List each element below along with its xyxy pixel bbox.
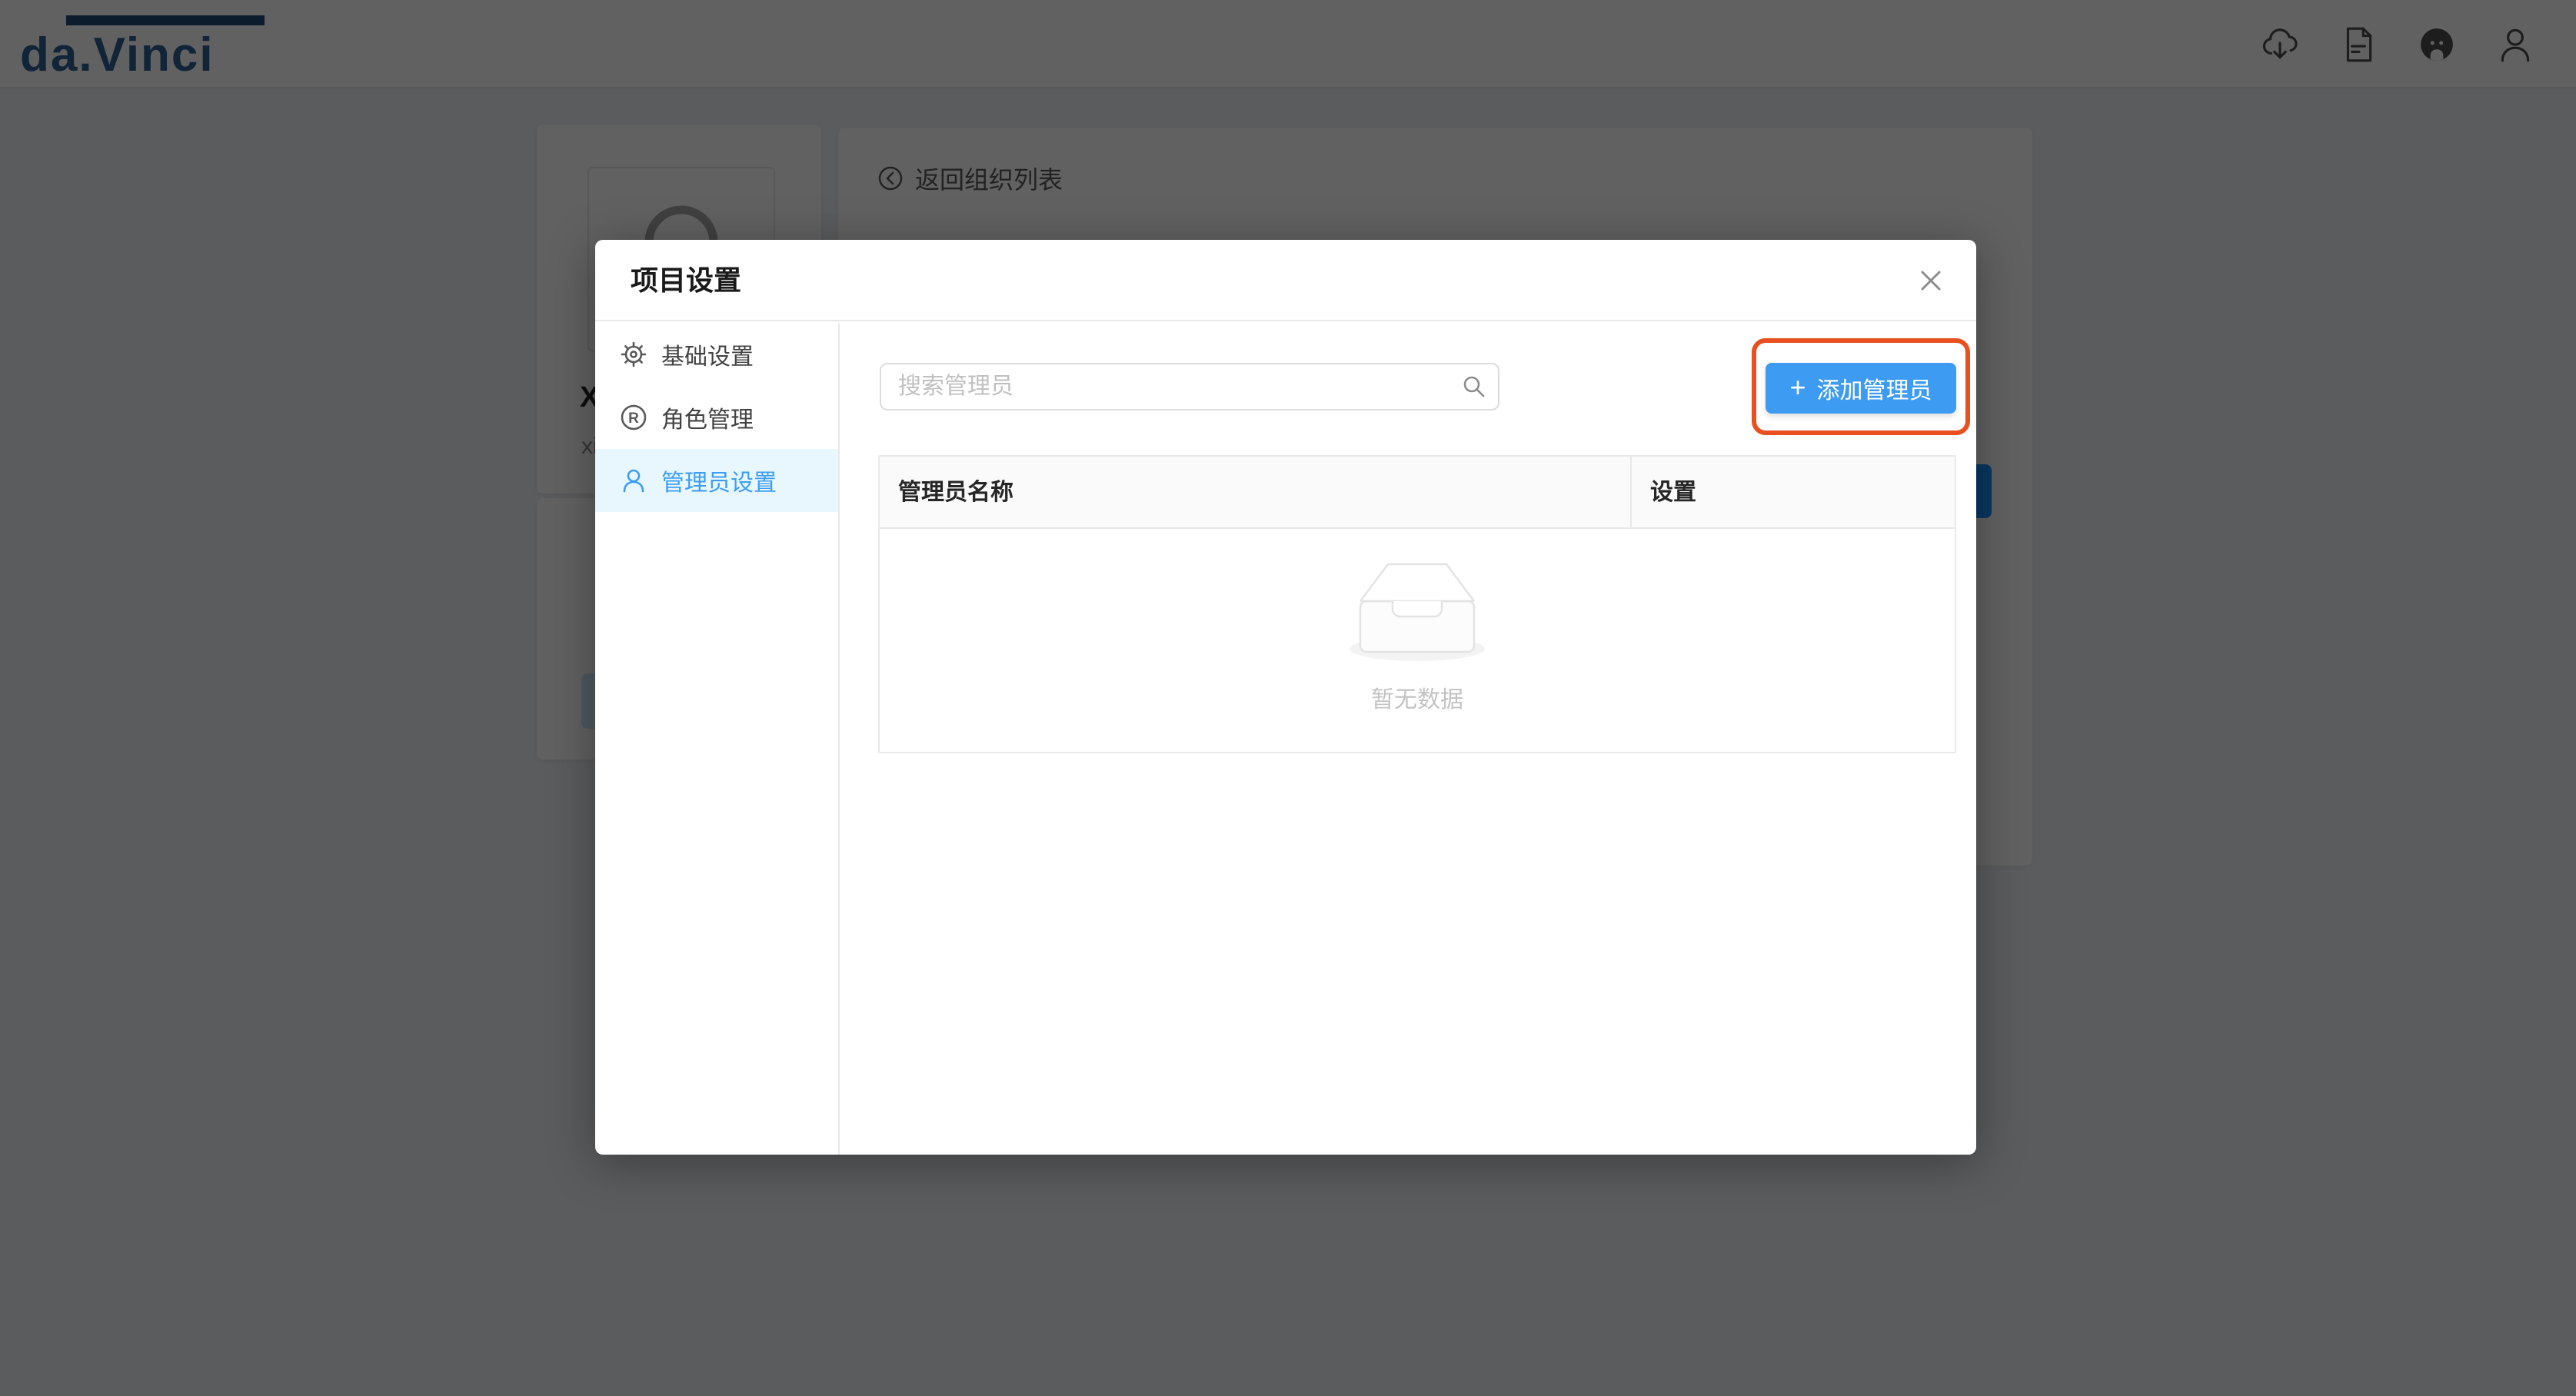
- person-icon: [620, 467, 647, 494]
- registered-letter: R: [628, 410, 639, 427]
- close-icon: [1918, 268, 1944, 294]
- modal-header: 项目设置: [595, 240, 1976, 321]
- gear-icon: [620, 341, 647, 368]
- empty-state: 暂无数据: [880, 552, 1955, 714]
- admin-table: 管理员名称 设置 暂无数据: [878, 455, 1956, 753]
- menu-item-label: 管理员设置: [661, 464, 777, 497]
- menu-item-label: 基础设置: [661, 337, 754, 371]
- column-header-admin-name: 管理员名称: [880, 457, 1632, 527]
- modal-close-button[interactable]: [1910, 260, 1952, 301]
- plus-icon: +: [1789, 374, 1806, 401]
- modal-title: 项目设置: [631, 240, 741, 321]
- admin-table-header: 管理员名称 设置: [880, 457, 1955, 529]
- admin-settings-panel: + 添加管理员 管理员名称 设置 暂无数据: [841, 323, 1976, 1155]
- menu-item-role-management[interactable]: R 角色管理: [595, 386, 838, 449]
- project-settings-modal: 项目设置: [595, 240, 1976, 1155]
- admin-table-body: 暂无数据: [880, 529, 1955, 752]
- empty-state-text: 暂无数据: [880, 680, 1955, 714]
- empty-inbox-icon: [1346, 552, 1488, 669]
- search-admin-input[interactable]: [880, 363, 1499, 410]
- search-field: [880, 363, 1499, 410]
- add-admin-button[interactable]: + 添加管理员: [1766, 363, 1956, 414]
- menu-item-label: 角色管理: [661, 401, 754, 434]
- column-header-settings: 设置: [1632, 457, 1955, 527]
- modal-sidebar: 基础设置 R 角色管理 管理员设置: [595, 323, 840, 1155]
- menu-item-admin-settings[interactable]: 管理员设置: [595, 449, 838, 512]
- menu-item-basic-settings[interactable]: 基础设置: [595, 323, 838, 386]
- search-icon: [1461, 374, 1487, 400]
- add-admin-button-label: 添加管理员: [1817, 371, 1932, 405]
- registered-icon: R: [620, 404, 647, 431]
